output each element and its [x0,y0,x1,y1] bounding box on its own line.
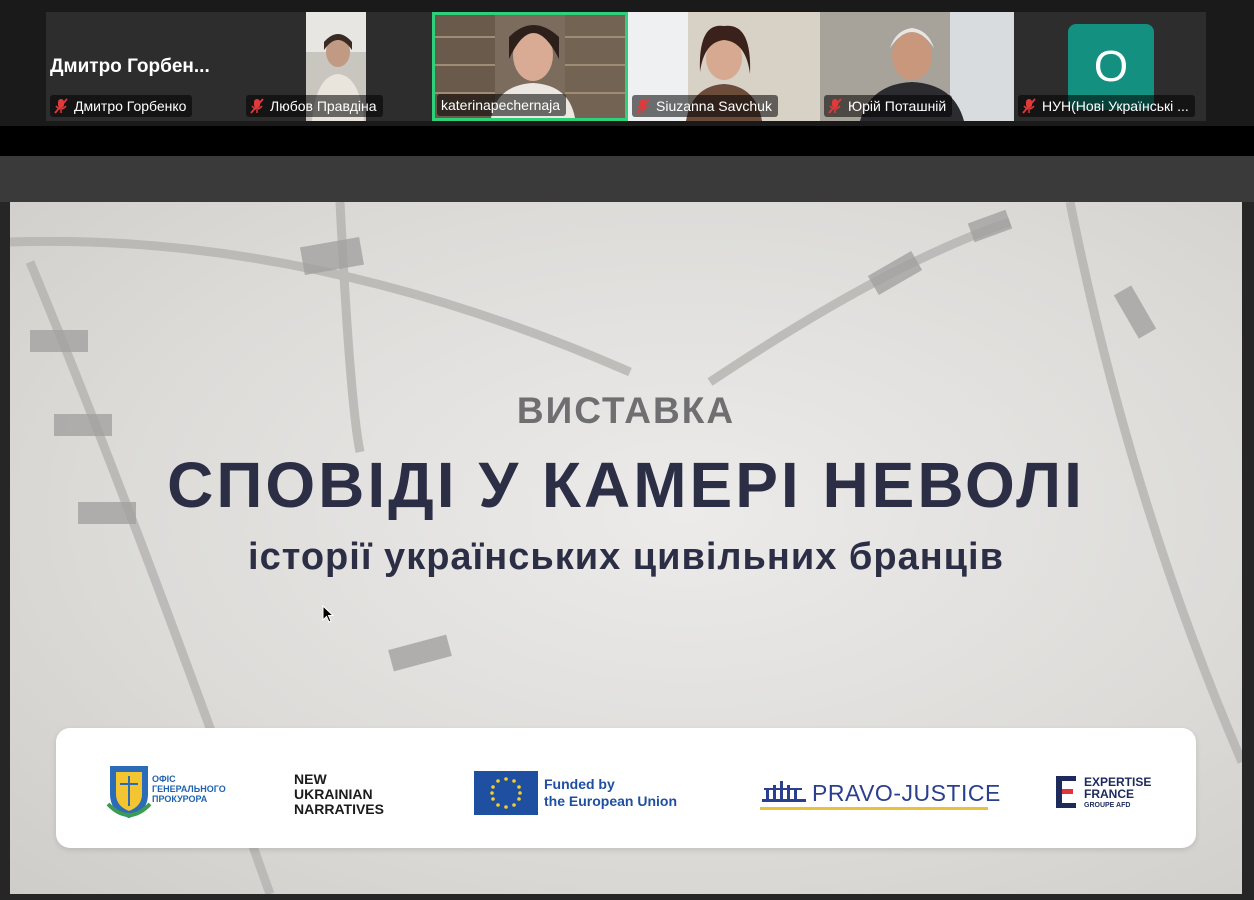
muted-mic-icon [250,98,264,114]
participant-name: katerinapechernaja [441,97,561,113]
participant-name-label: katerinapechernaja [437,94,567,116]
slide-kicker: ВИСТАВКА [516,390,736,431]
participant-name: Дмитро Горбенко [74,98,187,114]
eu-line2: the European Union [544,793,677,809]
ogp-text: ОФІС ГЕНЕРАЛЬНОГО ПРОКУРОРА [152,774,226,804]
ef-line2: FRANCE [1084,787,1134,801]
nun-line2: UKRAINIAN [294,786,373,802]
muted-mic-icon [54,98,68,114]
pravo-justice-icon [762,781,806,802]
muted-mic-icon [636,98,650,114]
expertise-france-icon [1056,776,1076,808]
nun-line3: NARRATIVES [294,801,384,817]
ogp-line2: ГЕНЕРАЛЬНОГО [152,784,226,794]
participant-name-label: Дмитро Горбенко [50,95,193,117]
slide-title: СПОВІДІ У КАМЕРІ НЕВОЛІ [167,449,1085,521]
participant-tile-6[interactable]: О НУН(Нові Українські ... [1014,12,1206,121]
divider-band [0,126,1254,156]
muted-mic-icon [1022,98,1036,114]
participant-tile-2[interactable]: Любов Правдіна [242,12,432,121]
slide-subtitle: історії українських цивільних бранців [248,536,1004,578]
shared-screen-slide: ВИСТАВКА СПОВІДІ У КАМЕРІ НЕВОЛІ історії… [10,202,1242,894]
ogp-emblem-icon [106,766,152,818]
eu-line1: Funded by [544,776,615,792]
participant-name: Юрій Поташній [848,98,947,114]
share-header-band [0,156,1254,202]
new-ukrainian-narratives-logo: NEW UKRAINIAN NARRATIVES [294,772,384,817]
muted-mic-icon [828,98,842,114]
participant-name-label: Юрій Поташній [824,95,953,117]
eu-flag-icon [474,771,538,815]
mouse-cursor-icon [322,605,334,623]
participant-tile-3-active[interactable]: katerinapechernaja [432,12,628,121]
nun-line1: NEW [294,771,327,787]
expertise-france-text: EXPERTISE FRANCE GROUPE AFD [1084,776,1151,812]
pravo-underline [760,807,988,810]
participant-tile-1[interactable]: Дмитро Горбен... Дмитро Горбенко [46,12,242,121]
ogp-line3: ПРОКУРОРА [152,794,208,804]
ef-line3: GROUPE AFD [1084,802,1131,809]
participant-tile-4[interactable]: Siuzanna Savchuk [628,12,820,121]
participant-name: Siuzanna Savchuk [656,98,772,114]
participant-name-label: Любов Правдіна [246,95,383,117]
ogp-logo: ОФІС ГЕНЕРАЛЬНОГО ПРОКУРОРА [106,764,236,824]
participant-big-name: Дмитро Горбен... [50,56,210,77]
participant-tile-5[interactable]: Юрій Поташній [820,12,1014,121]
eu-funded-text: Funded by the European Union [544,776,677,810]
pravo-justice-text: PRAVO-JUSTICE [812,780,1001,806]
ogp-line1: ОФІС [152,774,176,784]
participant-name-label: НУН(Нові Українські ... [1018,95,1195,117]
participant-name: НУН(Нові Українські ... [1042,98,1189,114]
participant-name: Любов Правдіна [270,98,377,114]
sponsor-logo-bar: ОФІС ГЕНЕРАЛЬНОГО ПРОКУРОРА NEW UKRAINIA… [56,728,1196,848]
participant-name-label: Siuzanna Savchuk [632,95,778,117]
participant-strip: Дмитро Горбен... Дмитро Горбенко Любов П… [0,0,1254,126]
